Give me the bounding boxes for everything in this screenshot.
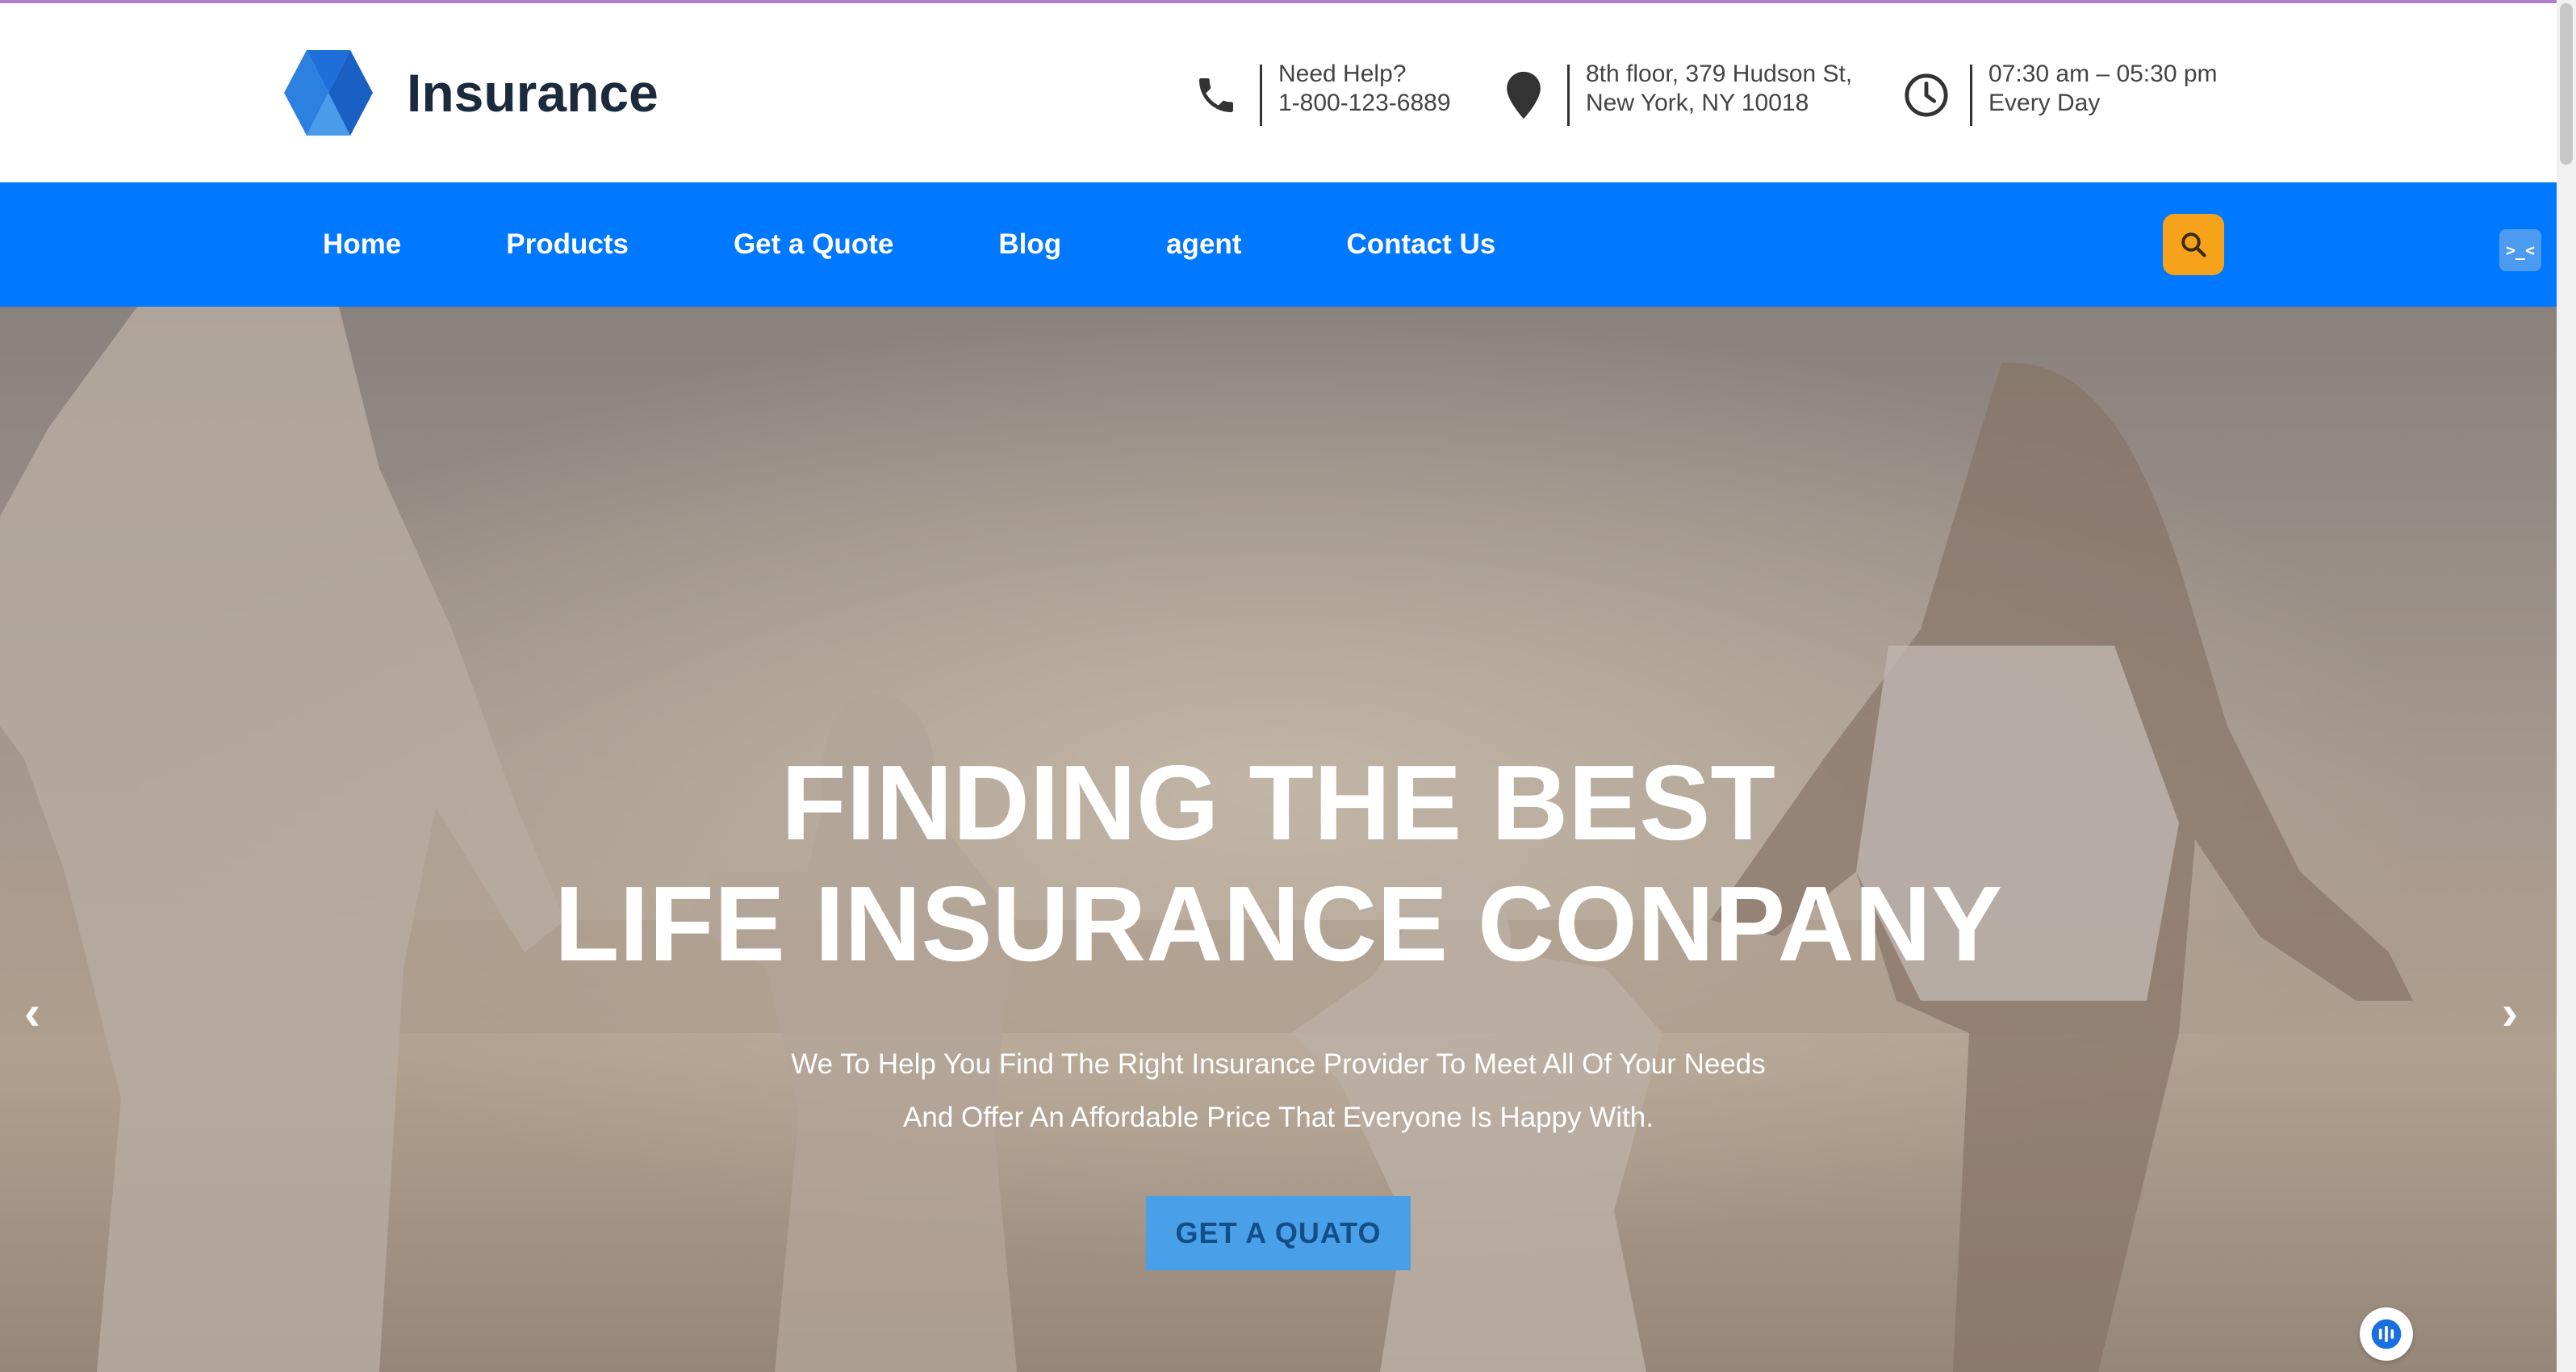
help-phone-number[interactable]: 1-800-123-6889 [1278,89,1451,118]
nav-item-get-a-quote[interactable]: Get a Quote [734,228,893,261]
hero-title-line-2: LIFE INSURANCE CONPANY [554,864,2003,983]
site-header: Insurance Need Help? 1-800-123-6889 8th … [0,3,2557,182]
get-a-quote-button[interactable]: GET A QUATO [1146,1196,1411,1270]
hours-line-1: 07:30 am – 05:30 pm [1988,61,2218,87]
hero-subtitle-line-2: And Offer An Affordable Price That Every… [903,1102,1654,1133]
info-divider [1567,65,1570,126]
site-logo[interactable]: Insurance [284,48,659,137]
scrollbar-thumb[interactable] [2560,3,2573,165]
nav-item-blog[interactable]: Blog [998,228,1061,261]
hero-subtitle: We To Help You Find The Right Insurance … [0,1038,2557,1144]
audio-bars-icon [2371,1319,2402,1349]
address-line-2: New York, NY 10018 [1586,90,1809,116]
map-pin-icon [1498,69,1549,121]
info-divider [1260,65,1262,126]
info-divider [1970,65,1972,126]
help-phone-block: Need Help? 1-800-123-6889 [1190,60,1451,126]
logo-text: Insurance [407,63,659,123]
hours-block: 07:30 am – 05:30 pm Every Day [1901,60,2218,126]
address-line-1: 8th floor, 379 Hudson St, [1586,61,1853,87]
help-label: Need Help? [1278,61,1407,87]
next-slide-arrow-icon[interactable]: › [2502,989,2518,1037]
hero-subtitle-line-1: We To Help You Find The Right Insurance … [791,1048,1766,1080]
address-block: 8th floor, 379 Hudson St, New York, NY 1… [1498,60,1852,126]
nav-item-home[interactable]: Home [323,228,401,261]
extension-icon[interactable]: >_< [2499,229,2541,271]
search-icon [2181,232,2206,257]
phone-icon [1190,69,1242,121]
nav-item-products[interactable]: Products [506,228,629,261]
prev-slide-arrow-icon[interactable]: ‹ [24,989,40,1037]
page-scrollbar[interactable] [2557,0,2576,1372]
search-button[interactable] [2163,214,2224,275]
hours-line-2: Every Day [1988,90,2101,116]
hero-slider: FINDING THE BEST LIFE INSURANCE CONPANY … [0,307,2557,1372]
hero-title-line-1: FINDING THE BEST [780,743,1776,862]
hero-title: FINDING THE BEST LIFE INSURANCE CONPANY [0,742,2557,985]
nav-item-contact-us[interactable]: Contact Us [1346,228,1495,261]
main-nav: Home Products Get a Quote Blog agent Con… [0,182,2557,307]
audio-widget-button[interactable] [2360,1307,2413,1361]
clock-icon [1901,69,1952,121]
nav-item-agent[interactable]: agent [1166,228,1241,261]
logo-diamond-icon [284,50,373,136]
